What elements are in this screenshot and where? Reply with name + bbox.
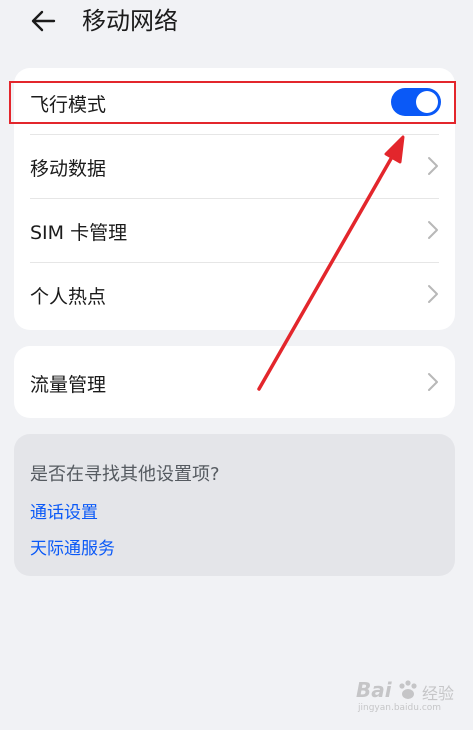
airplane-mode-label: 飞行模式	[30, 94, 107, 116]
page-title: 移动网络	[82, 7, 178, 35]
sim-management-label: SIM 卡管理	[30, 222, 128, 244]
watermark-brand: Bai	[356, 678, 392, 702]
chevron-right-icon	[428, 373, 438, 391]
chevron-right-icon	[428, 221, 438, 239]
suggestions-card: 是否在寻找其他设置项? 通话设置 天际通服务	[14, 434, 455, 576]
paw-icon	[399, 680, 417, 699]
personal-hotspot-row[interactable]: 个人热点	[14, 263, 455, 330]
settings-card-data-usage: 流量管理	[14, 346, 455, 418]
chevron-right-icon	[428, 157, 438, 175]
call-settings-link[interactable]: 通话设置	[30, 498, 98, 523]
watermark-url: jingyan.baidu.com	[358, 703, 442, 713]
mobile-data-row[interactable]: 移动数据	[14, 135, 455, 198]
suggestions-title: 是否在寻找其他设置项?	[30, 464, 220, 485]
personal-hotspot-label: 个人热点	[30, 286, 107, 308]
baidu-watermark: Bai 经验 jingyan.baidu.com	[356, 676, 464, 716]
toggle-knob	[416, 91, 438, 113]
data-usage-label: 流量管理	[30, 374, 107, 396]
airplane-mode-toggle[interactable]	[391, 88, 441, 116]
mobile-data-label: 移动数据	[30, 158, 107, 180]
chevron-right-icon	[428, 285, 438, 303]
data-usage-row[interactable]: 流量管理	[14, 346, 455, 418]
settings-card-network: 飞行模式 移动数据 SIM 卡管理 个人热点	[14, 68, 455, 330]
arrow-left-icon[interactable]	[28, 4, 62, 38]
airplane-mode-row[interactable]: 飞行模式	[14, 68, 455, 134]
sim-management-row[interactable]: SIM 卡管理	[14, 199, 455, 262]
header: 移动网络	[0, 0, 473, 48]
skytone-service-link[interactable]: 天际通服务	[30, 534, 115, 559]
watermark-suffix: 经验	[422, 684, 455, 703]
